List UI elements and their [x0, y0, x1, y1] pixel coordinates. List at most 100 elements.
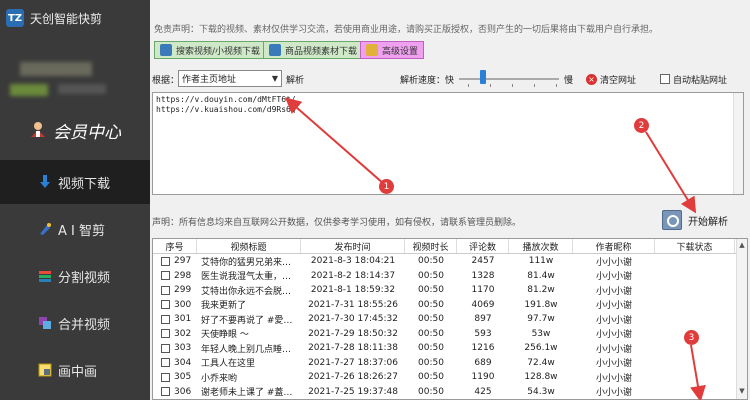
row-checkbox[interactable] — [161, 387, 170, 397]
col-header-duration[interactable]: 视频时长 — [405, 239, 457, 253]
row-checkbox[interactable] — [161, 285, 170, 295]
table-cell: 小小小谢 — [595, 344, 632, 355]
table-cell: 谢老师未上课了 #蓋… — [201, 388, 293, 399]
table-cell: 00:50 — [418, 314, 444, 325]
table-row[interactable]: 304 工具人在这里 2021-7-27 18:37:06 00:50 689 72.4w… — [153, 356, 747, 371]
slow-label: 慢 — [564, 75, 574, 86]
table-cell: 00:50 — [418, 285, 444, 296]
scroll-down-icon[interactable]: ▼ — [737, 387, 747, 397]
product-video-download-button[interactable]: 商品视频素材下载 — [263, 41, 364, 59]
table-cell: 2021-7-31 18:55:26 — [308, 299, 398, 310]
row-checkbox[interactable] — [161, 271, 170, 281]
table-cell: 医生说我湿气太重，… — [201, 272, 292, 283]
app-title-bar: TZ 天创智能快剪 — [0, 0, 150, 36]
row-checkbox[interactable] — [161, 372, 170, 382]
table-row[interactable]: 299 艾特出你永远不会脱… 2021-8-1 18:59:32 00:50 1170 8… — [153, 283, 747, 298]
table-row[interactable]: 303 年轻人晚上别几点睡… 2021-7-28 18:11:38 00:50 1216… — [153, 341, 747, 356]
table-cell — [655, 283, 735, 298]
table-cell: 72.4w — [527, 357, 555, 368]
sidebar-item-split-video[interactable]: 分割视频 — [0, 254, 150, 298]
app-logo: TZ — [6, 9, 24, 27]
table-cell: 2021-8-3 18:04:21 — [310, 256, 396, 267]
table-row[interactable]: 305 小乔来哟 2021-7-26 18:26:27 00:50 1190 128.8w… — [153, 370, 747, 385]
sidebar-item-ai-edit[interactable]: A I 智剪 — [0, 207, 150, 251]
row-index-cell: 298 — [153, 269, 197, 284]
annotation-marker-2: 2 — [634, 118, 649, 133]
member-center-button[interactable]: 会员中心 — [0, 112, 150, 148]
table-cell: 1328 — [471, 270, 495, 281]
col-header-plays[interactable]: 播放次数 — [509, 239, 573, 253]
table-scrollbar[interactable]: ▲ ▼ — [736, 239, 747, 399]
table-cell: 00:50 — [418, 299, 444, 310]
row-checkbox[interactable] — [161, 343, 170, 353]
sidebar-item-merge-video[interactable]: 合并视频 — [0, 301, 150, 345]
advanced-settings-button[interactable]: 高级设置 — [360, 41, 425, 59]
start-parse-button[interactable]: 开始解析 — [662, 208, 746, 232]
parse-speed-slider-thumb[interactable] — [480, 70, 486, 84]
sidebar-item-video-download[interactable]: 视频下载 — [0, 160, 150, 204]
col-header-publish-time[interactable]: 发布时间 — [301, 239, 405, 253]
url-line: https://v.kuaishou.com/d9Rs6Q — [156, 105, 296, 114]
table-cell: 2021-7-26 18:26:27 — [308, 372, 398, 383]
sidebar-item-pip[interactable]: 画中画 — [0, 348, 150, 392]
col-header-index[interactable]: 序号 — [153, 239, 197, 253]
row-checkbox[interactable] — [161, 256, 170, 266]
table-cell: 00:50 — [418, 328, 444, 339]
parse-mode-select[interactable]: 作者主页地址 ▼ — [178, 70, 282, 87]
url-scrollbar[interactable] — [733, 93, 743, 194]
auto-paste-checkbox[interactable]: 自动粘贴网址 — [660, 70, 727, 88]
row-checkbox[interactable] — [161, 314, 170, 324]
table-cell: 00:50 — [418, 256, 444, 267]
row-checkbox[interactable] — [161, 358, 170, 368]
row-index-text: 299 — [174, 285, 192, 296]
annotation-marker-3: 3 — [684, 330, 699, 345]
table-cell: 年轻人晚上别几点睡… — [201, 344, 292, 355]
table-row[interactable]: 298 医生说我湿气太重，… 2021-8-2 18:14:37 00:50 1328 8… — [153, 269, 747, 284]
row-index-cell: 301 — [153, 312, 197, 327]
row-checkbox[interactable] — [161, 300, 170, 310]
table-row[interactable]: 300 我来更新了 2021-7-31 18:55:26 00:50 4069 191.8… — [153, 298, 747, 313]
table-cell: 1190 — [471, 372, 495, 383]
col-header-author[interactable]: 作者昵称 — [573, 239, 655, 253]
slider-tick — [468, 84, 469, 87]
video-search-icon — [160, 44, 172, 56]
table-row[interactable]: 302 天使睁眼 ～ 2021-7-29 18:50:32 00:50 593 53w 小小… — [153, 327, 747, 342]
table-cell: 54.3w — [527, 386, 555, 397]
table-cell: 2021-8-2 18:14:37 — [310, 270, 396, 281]
table-row[interactable]: 306 谢老师未上课了 #蓋… 2021-7-25 19:37:48 00:50 425… — [153, 385, 747, 400]
table-cell: 191.8w — [524, 299, 558, 310]
scroll-up-icon[interactable]: ▲ — [737, 241, 747, 251]
col-header-title[interactable]: 视频标题 — [197, 239, 301, 253]
table-cell: 00:50 — [418, 357, 444, 368]
member-avatar-icon — [29, 120, 47, 141]
table-cell: 小小小谢 — [595, 359, 632, 370]
parse-speed-label: 解析速度：快 — [400, 75, 455, 86]
row-checkbox[interactable] — [161, 329, 170, 339]
download-arrow-icon — [38, 175, 52, 189]
notice-text: 声明：所有信息均来自互联网公开数据，仅供参考学习使用，如有侵权，请联系管理员删除… — [152, 218, 522, 228]
row-index-text: 297 — [174, 256, 192, 267]
sidebar: TZ 天创智能快剪 会员中心 视频下载 A I 智剪 分割视频 合并视频 画中画 — [0, 0, 150, 400]
row-index-cell: 306 — [153, 385, 197, 400]
url-line: https://v.douyin.com/dMtFT6t/ — [156, 95, 296, 104]
table-cell: 256.1w — [524, 343, 558, 354]
table-cell — [655, 385, 735, 400]
table-cell: 1216 — [471, 343, 495, 354]
col-header-download-status[interactable]: 下载状态 — [655, 239, 735, 253]
col-header-comments[interactable]: 评论数 — [457, 239, 509, 253]
app-title: 天创智能快剪 — [30, 11, 103, 26]
table-cell: 00:50 — [418, 343, 444, 354]
table-cell: 2021-7-30 17:45:32 — [308, 314, 398, 325]
parse-speed-slider-track[interactable] — [459, 78, 559, 80]
clear-urls-label: 清空网址 — [600, 75, 637, 86]
clear-urls-button[interactable]: × 清空网址 — [586, 70, 636, 88]
search-video-download-button[interactable]: 搜索视频/小视频下载 — [154, 41, 267, 59]
table-cell: 我来更新了 — [201, 301, 247, 312]
url-input-textarea[interactable]: https://v.douyin.com/dMtFT6t/ https://v.… — [152, 92, 744, 195]
table-row[interactable]: 297 艾特你的猛男兄弟来… 2021-8-3 18:04:21 00:50 2457 1… — [153, 254, 747, 269]
table-cell: 2021-7-29 18:50:32 — [308, 328, 398, 339]
table-cell: 593 — [474, 328, 492, 339]
table-row[interactable]: 301 好了不要再说了 #愛… 2021-7-30 17:45:32 00:50 897… — [153, 312, 747, 327]
blurred-avatar — [20, 62, 92, 76]
table-cell: 00:50 — [418, 386, 444, 397]
